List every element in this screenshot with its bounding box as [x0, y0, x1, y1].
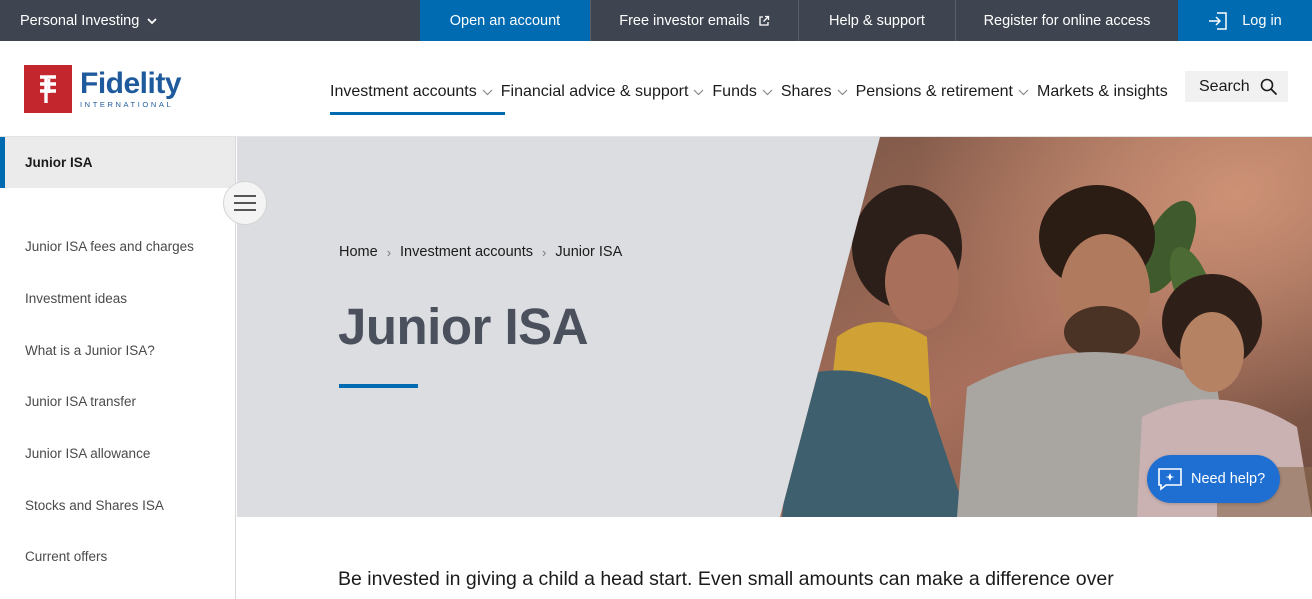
login-button[interactable]: Log in	[1178, 0, 1312, 41]
main-nav: Investment accounts Financial advice & s…	[330, 77, 1176, 115]
chevron-down-icon	[762, 89, 773, 95]
need-help-chat-button[interactable]: Need help?	[1147, 455, 1280, 503]
chevron-down-icon	[482, 89, 493, 95]
fidelity-logo-mark	[24, 65, 72, 113]
register-online-access-link[interactable]: Register for online access	[955, 0, 1178, 41]
sidebar-item-label: Junior ISA transfer	[25, 394, 137, 410]
nav-label: Markets & insights	[1036, 83, 1168, 100]
breadcrumb-current: Junior ISA	[555, 244, 623, 260]
chevron-right-icon: ›	[386, 244, 392, 260]
chevron-down-icon	[1018, 89, 1029, 95]
open-account-link[interactable]: Open an account	[420, 0, 590, 41]
help-support-label: Help & support	[829, 12, 925, 29]
free-investor-emails-link[interactable]: Free investor emails	[590, 0, 798, 41]
logo-wordmark: Fidelity	[80, 66, 182, 100]
chevron-right-icon: ›	[542, 244, 547, 260]
login-icon	[1209, 11, 1227, 30]
chevron-down-icon	[693, 89, 704, 95]
sidebar-item-label: Stocks and Shares ISA	[25, 497, 164, 513]
search-label: Search	[1199, 77, 1250, 95]
page-title: Junior ISA	[338, 298, 589, 355]
hamburger-icon-line	[234, 202, 256, 204]
external-link-icon	[759, 15, 769, 26]
nav-label: Financial advice & support	[500, 83, 689, 100]
main-header: Fidelity INTERNATIONAL Investment accoun…	[0, 41, 1312, 137]
sidebar-item-label: Current offers	[25, 549, 108, 565]
sidebar-item-label: Junior ISA fees and charges	[25, 239, 194, 255]
nav-shares[interactable]: Shares	[781, 77, 848, 107]
sidebar-item-junior-isa[interactable]: Junior ISA	[0, 137, 235, 188]
nav-funds[interactable]: Funds	[712, 77, 773, 107]
help-support-link[interactable]: Help & support	[798, 0, 955, 41]
hamburger-icon	[234, 195, 256, 197]
nav-label: Investment accounts	[330, 83, 477, 100]
personal-investing-dropdown[interactable]: Personal Investing	[0, 0, 420, 41]
title-underline	[339, 384, 418, 388]
nav-markets-insights[interactable]: Markets & insights	[1037, 77, 1168, 107]
register-label: Register for online access	[983, 12, 1151, 29]
sidebar-item-label: What is a Junior ISA?	[25, 342, 155, 358]
sidebar-item-fees[interactable]: Junior ISA fees and charges	[0, 221, 235, 273]
sidebar-item-allowance[interactable]: Junior ISA allowance	[0, 428, 235, 480]
nav-pensions[interactable]: Pensions & retirement	[856, 77, 1029, 107]
sidebar-menu-toggle[interactable]	[223, 181, 267, 225]
section-sidebar: Junior ISA Junior ISA fees and charges I…	[0, 137, 236, 599]
breadcrumb-home[interactable]: Home	[339, 244, 378, 260]
nav-label: Shares	[780, 83, 832, 100]
chevron-down-icon	[837, 89, 848, 95]
breadcrumb: Home › Investment accounts › Junior ISA	[339, 244, 622, 260]
sidebar-item-investment-ideas[interactable]: Investment ideas	[0, 273, 235, 325]
chevron-down-icon	[147, 17, 157, 24]
sidebar-item-stocks-shares-isa[interactable]: Stocks and Shares ISA	[0, 479, 235, 531]
free-investor-emails-label: Free investor emails	[619, 12, 750, 29]
need-help-label: Need help?	[1191, 471, 1266, 487]
open-account-label: Open an account	[449, 12, 561, 29]
sidebar-item-what-is[interactable]: What is a Junior ISA?	[0, 324, 235, 376]
sidebar-item-label: Investment ideas	[25, 291, 128, 307]
sidebar-active-label: Junior ISA	[25, 155, 93, 170]
fidelity-logo[interactable]: Fidelity INTERNATIONAL	[24, 65, 182, 113]
top-utility-bar: Personal Investing Open an account Free …	[0, 0, 1312, 41]
chat-icon	[1158, 468, 1182, 491]
sidebar-item-transfer[interactable]: Junior ISA transfer	[0, 376, 235, 428]
sidebar-item-label: Junior ISA allowance	[25, 446, 151, 462]
search-icon	[1260, 78, 1277, 95]
nav-label: Pensions & retirement	[855, 83, 1013, 100]
nav-financial-advice[interactable]: Financial advice & support	[501, 77, 705, 107]
intro-paragraph: Be invested in giving a child a head sta…	[338, 568, 1114, 590]
hamburger-icon-line	[234, 209, 256, 211]
personal-investing-label: Personal Investing	[20, 12, 140, 29]
nav-label: Funds	[712, 83, 757, 100]
logo-subtitle: INTERNATIONAL	[80, 99, 174, 109]
nav-investment-accounts[interactable]: Investment accounts	[330, 77, 505, 115]
hero-banner: Home › Investment accounts › Junior ISA …	[237, 137, 1312, 517]
login-label: Log in	[1242, 12, 1282, 29]
search-button[interactable]: Search	[1185, 71, 1288, 102]
sidebar-item-current-offers[interactable]: Current offers	[0, 531, 235, 583]
breadcrumb-investment-accounts[interactable]: Investment accounts	[400, 244, 533, 260]
